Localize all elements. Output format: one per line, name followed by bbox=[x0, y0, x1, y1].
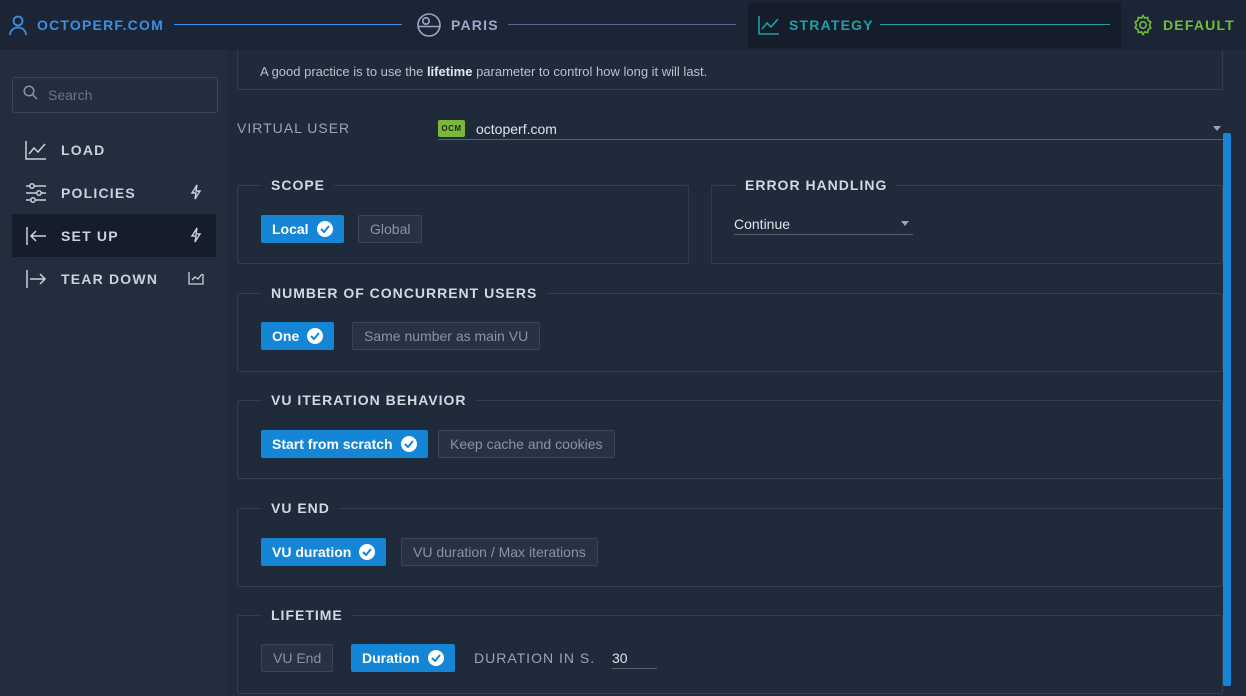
check-icon bbox=[307, 328, 324, 344]
sliders-icon bbox=[25, 182, 47, 204]
iteration-cache-option[interactable]: Keep cache and cookies bbox=[438, 430, 615, 458]
sidebar: LOAD POLICIES SET UP TEAR DOWN bbox=[0, 50, 228, 696]
virtual-user-value: octoperf.com bbox=[476, 120, 557, 137]
info-panel: A good practice is to use the lifetime p… bbox=[237, 50, 1223, 90]
sidebar-item-policies[interactable]: POLICIES bbox=[12, 171, 216, 214]
concurrent-one-option[interactable]: One bbox=[261, 322, 335, 350]
caret-down-icon bbox=[1213, 126, 1221, 131]
duration-label: DURATION IN S. bbox=[474, 650, 596, 666]
error-handling-title: ERROR HANDLING bbox=[745, 177, 888, 193]
step-connector bbox=[508, 24, 736, 25]
chart-box-icon bbox=[188, 270, 204, 286]
search-box[interactable] bbox=[12, 77, 218, 113]
globe-icon bbox=[416, 12, 442, 38]
lifetime-duration-option[interactable]: Duration bbox=[351, 644, 455, 672]
lifetime-vu-end-option[interactable]: VU End bbox=[261, 644, 334, 672]
iteration-scratch-option[interactable]: Start from scratch bbox=[261, 430, 428, 458]
vu-end-duration-option[interactable]: VU duration bbox=[261, 538, 387, 566]
user-icon bbox=[8, 14, 28, 36]
step-strategy-label: STRATEGY bbox=[789, 17, 874, 33]
vu-end-max-iterations-option[interactable]: VU duration / Max iterations bbox=[401, 538, 598, 566]
bolt-icon bbox=[188, 184, 204, 200]
ocm-badge: OCM bbox=[438, 120, 465, 137]
concurrent-users-title: NUMBER OF CONCURRENT USERS bbox=[271, 285, 538, 301]
check-icon bbox=[359, 544, 376, 560]
top-stepper: OCTOPERF.COM PARIS STRATEGY DEFAULT bbox=[0, 0, 1246, 50]
step-strategy[interactable]: STRATEGY bbox=[758, 0, 874, 50]
sidebar-item-load[interactable]: LOAD bbox=[12, 128, 216, 171]
virtual-user-label: VIRTUAL USER bbox=[237, 120, 351, 136]
duration-input[interactable]: 30 bbox=[612, 647, 657, 669]
search-icon bbox=[23, 85, 38, 105]
gear-icon bbox=[1132, 14, 1154, 36]
step-connector bbox=[880, 24, 1110, 25]
scope-local-option[interactable]: Local bbox=[261, 215, 344, 243]
step-connector bbox=[174, 24, 402, 25]
info-text: A good practice is to use the lifetime p… bbox=[260, 64, 708, 79]
vu-end-title: VU END bbox=[271, 500, 330, 516]
arrow-right-bar-icon bbox=[25, 268, 47, 290]
sidebar-item-label: POLICIES bbox=[61, 184, 136, 201]
chart-line-icon bbox=[25, 139, 47, 161]
check-icon bbox=[316, 221, 333, 237]
scrollbar[interactable] bbox=[1223, 133, 1231, 686]
sidebar-item-teardown[interactable]: TEAR DOWN bbox=[12, 257, 216, 300]
arrow-left-bar-icon bbox=[25, 225, 47, 247]
check-icon bbox=[427, 650, 444, 666]
error-handling-select[interactable]: Continue bbox=[734, 213, 913, 235]
sidebar-item-label: TEAR DOWN bbox=[61, 270, 159, 287]
step-settings[interactable]: DEFAULT bbox=[1132, 0, 1235, 50]
step-location-label: PARIS bbox=[451, 17, 499, 33]
sidebar-item-setup[interactable]: SET UP bbox=[12, 214, 216, 257]
step-project[interactable]: OCTOPERF.COM bbox=[8, 0, 164, 50]
step-settings-label: DEFAULT bbox=[1163, 17, 1235, 33]
concurrent-same-option[interactable]: Same number as main VU bbox=[352, 322, 541, 350]
chart-line-icon bbox=[758, 15, 780, 35]
scope-global-option[interactable]: Global bbox=[358, 215, 423, 243]
search-input[interactable] bbox=[48, 87, 198, 103]
lifetime-title: LIFETIME bbox=[271, 607, 343, 623]
main-content: A good practice is to use the lifetime p… bbox=[228, 50, 1246, 696]
virtual-user-select[interactable]: OCM octoperf.com bbox=[438, 118, 1223, 140]
step-project-label: OCTOPERF.COM bbox=[37, 17, 164, 33]
caret-down-icon bbox=[901, 221, 909, 226]
sidebar-item-label: LOAD bbox=[61, 141, 106, 158]
error-handling-value: Continue bbox=[734, 215, 791, 232]
sidebar-item-label: SET UP bbox=[61, 227, 119, 244]
iteration-title: VU ITERATION BEHAVIOR bbox=[271, 392, 467, 408]
scope-title: SCOPE bbox=[271, 177, 326, 193]
check-icon bbox=[400, 436, 417, 452]
step-location[interactable]: PARIS bbox=[416, 0, 499, 50]
duration-value: 30 bbox=[612, 649, 628, 666]
bolt-icon bbox=[188, 227, 204, 243]
